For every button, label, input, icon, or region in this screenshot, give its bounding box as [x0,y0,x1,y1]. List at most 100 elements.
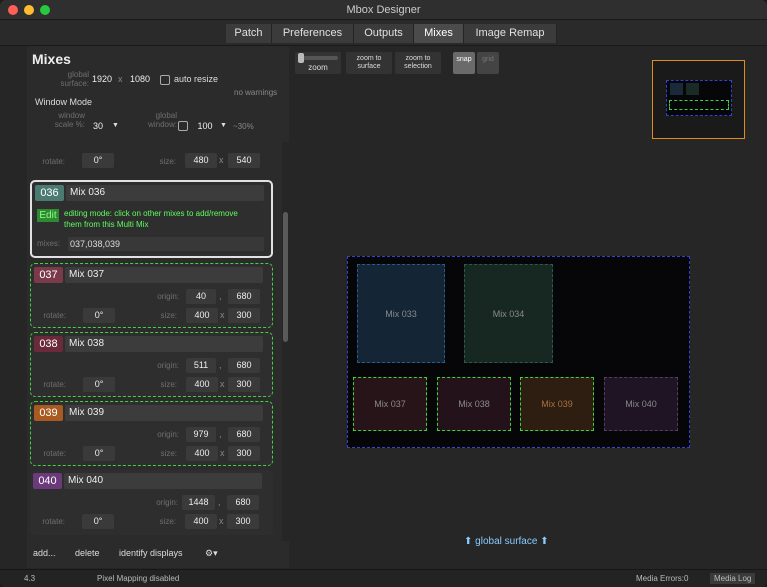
size-width-field[interactable]: 400 [186,308,218,323]
mix-id-badge: 036 [35,185,64,201]
add-mix-button[interactable]: add... [33,547,56,560]
mix-name-field[interactable]: Mix 037 [65,267,263,283]
origin-comma: , [219,291,222,301]
zoom-to-surface-button[interactable]: zoom to surface [346,52,392,74]
status-bar: 4.3 Pixel Mapping disabled Media Errors:… [0,569,767,587]
size-width-field[interactable]: 480 [185,153,217,168]
surface-x-label: x [118,74,123,84]
auto-resize-checkbox[interactable] [160,75,170,85]
mix-id-badge: 039 [34,405,63,421]
mix-rect[interactable]: Mix 039 [520,377,594,431]
mix-card[interactable]: 039 Mix 039 origin: 979 , 680 rotate: 0°… [30,401,273,466]
origin-y-field[interactable]: 680 [228,289,260,304]
global-surface[interactable]: Mix 033 Mix 034 Mix 037 Mix 038 Mix 039 … [347,256,690,448]
media-log-button[interactable]: Media Log [710,573,756,584]
mix-rect[interactable]: Mix 033 [357,264,445,363]
arrow-up-icon: ⬆ [540,536,549,547]
window-scale-dropdown-icon[interactable]: ▼ [112,119,119,132]
origin-comma: , [219,429,222,439]
mix-card[interactable]: 037 Mix 037 origin: 40 , 680 rotate: 0° … [30,263,273,328]
size-width-field[interactable]: 400 [186,377,218,392]
tab-mixes[interactable]: Mixes [414,24,464,43]
mix-toolbar: add... delete identify displays ⚙▾ [27,543,289,565]
rotate-label: rotate: [42,517,65,526]
delete-mix-button[interactable]: delete [75,547,100,560]
size-label: size: [160,449,177,458]
mix-rect[interactable]: Mix 038 [437,377,511,431]
size-width-field[interactable]: 400 [186,446,218,461]
tab-patch[interactable]: Patch [226,24,272,43]
origin-x-field[interactable]: 511 [186,358,216,373]
warnings-status: no warnings [234,88,278,97]
zoom-slider[interactable]: zoom [295,52,341,74]
mix-list-scrollbar[interactable] [282,142,289,541]
surface-height-field[interactable]: 1080 [125,72,155,87]
mix-rect-label: Mix 038 [458,399,490,409]
rotate-field[interactable]: 0° [82,153,114,168]
size-width-field[interactable]: 400 [185,514,217,529]
size-height-field[interactable]: 300 [228,446,260,461]
mix-rect[interactable]: Mix 037 [353,377,427,431]
size-x-label: x [220,448,225,458]
size-height-field[interactable]: 540 [228,153,260,168]
auto-resize-label: auto resize [174,74,219,84]
zoom-label: zoom [308,63,328,72]
mix-card[interactable]: 038 Mix 038 origin: 511 , 680 rotate: 0°… [30,332,273,397]
mixes-list-field[interactable]: 037,038,039 [68,237,264,251]
rotate-field[interactable]: 0° [83,308,115,323]
mix-name-field[interactable]: Mix 036 [66,185,264,201]
origin-x-field[interactable]: 40 [186,289,216,304]
panel-title: Mixes [32,51,71,67]
mix-rect[interactable]: Mix 034 [464,264,553,363]
size-height-field[interactable]: 300 [228,377,260,392]
origin-y-field[interactable]: 680 [228,427,260,442]
origin-label: origin: [156,498,178,507]
origin-y-field[interactable]: 680 [227,495,259,510]
origin-x-field[interactable]: 1448 [182,495,215,510]
origin-y-field[interactable]: 680 [228,358,260,373]
gear-icon[interactable]: ⚙▾ [205,547,218,560]
grid-toggle[interactable]: grid [477,52,499,74]
scrollbar-thumb[interactable] [283,212,288,342]
edit-button[interactable]: Edit [37,209,59,222]
rotate-field[interactable]: 0° [83,377,115,392]
version-label: 4.3 [24,574,36,583]
zoom-to-selection-button[interactable]: zoom to selection [395,52,441,74]
global-window-field[interactable]: 100 [193,119,217,134]
origin-label: origin: [157,430,179,439]
tab-preferences[interactable]: Preferences [272,24,354,43]
mix-list[interactable]: rotate: 0° size: 480 x 540 036 Mix 036 E… [27,142,289,541]
window-scale-field[interactable]: 30 [87,119,109,134]
size-x-label: x [219,155,224,165]
mix-name-field[interactable]: Mix 040 [64,473,262,489]
rotate-field[interactable]: 0° [83,446,115,461]
size-x-label: x [220,379,225,389]
mix-card[interactable]: 040 Mix 040 origin: 1448 , 680 rotate: 0… [30,470,273,535]
global-window-dropdown-icon[interactable]: ▼ [220,119,227,132]
global-surface-label: global surface [475,536,538,547]
mix-name-field[interactable]: Mix 038 [65,336,263,352]
surface-width-field[interactable]: 1920 [87,72,117,87]
minimap-mix [686,83,699,95]
rotate-label: rotate: [43,449,66,458]
zoom-slider-knob[interactable] [298,53,304,63]
minimap[interactable] [652,60,745,139]
mix-card[interactable]: 036 Mix 036 Edit editing mode: click on … [30,180,273,258]
size-height-field[interactable]: 300 [228,308,260,323]
zoom-slider-track[interactable] [298,56,338,60]
mix-name-field[interactable]: Mix 039 [65,405,263,421]
minimap-surface [666,80,732,116]
arrow-up-icon: ⬆ [464,536,473,547]
size-x-label: x [219,516,224,526]
rotate-field[interactable]: 0° [82,514,114,529]
snap-toggle[interactable]: snap [453,52,475,74]
tab-image-remap[interactable]: Image Remap [464,24,557,43]
tab-outputs[interactable]: Outputs [354,24,414,43]
mix-rect[interactable]: Mix 040 [604,377,678,431]
size-label: size: [159,517,176,526]
global-window-checkbox[interactable] [178,121,188,131]
identify-displays-button[interactable]: identify displays [119,547,183,560]
origin-x-field[interactable]: 979 [186,427,216,442]
size-height-field[interactable]: 300 [227,514,259,529]
origin-label: origin: [157,361,179,370]
